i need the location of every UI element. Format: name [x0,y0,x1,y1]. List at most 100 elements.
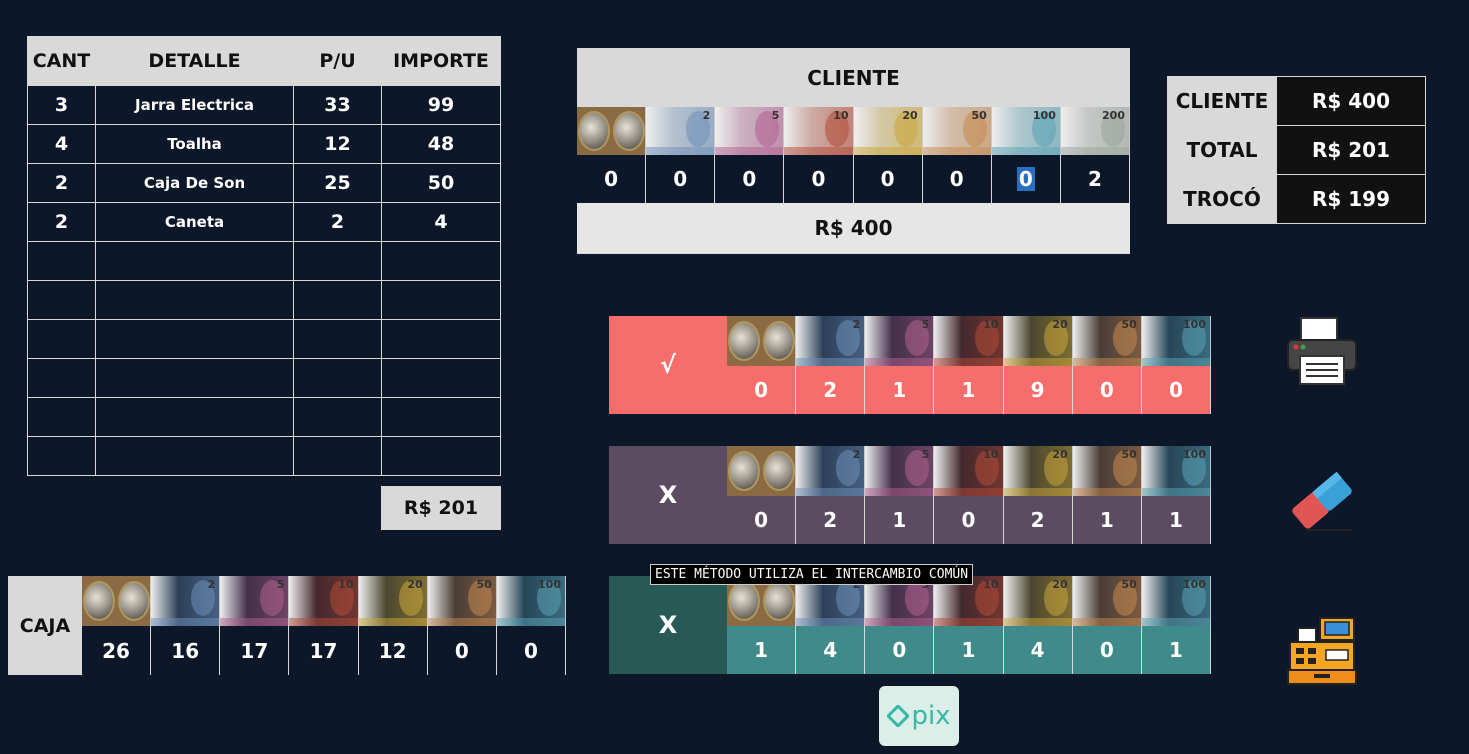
cliente-total: R$ 400 [577,203,1130,253]
cell-cant[interactable] [27,241,96,281]
cell-pu[interactable] [293,319,382,359]
printer-icon[interactable] [1286,316,1358,390]
change-panel-accepted[interactable]: √ 2 5 10 20 50 100 0 2 1 1 9 0 0 [609,316,1211,414]
cell-detalle[interactable]: Caneta [95,202,294,242]
denomination-count[interactable]: 0 [715,155,785,203]
cell-detalle[interactable] [95,319,294,359]
denomination-count[interactable]: 16 [151,626,221,675]
cell-detalle[interactable] [95,358,294,398]
cell-cant[interactable] [27,319,96,359]
cell-detalle[interactable] [95,436,294,476]
banknote-2-icon: 2 [646,107,716,155]
eraser-icon[interactable] [1286,470,1358,536]
cell-pu[interactable]: 33 [293,85,382,125]
cell-pu[interactable] [293,358,382,398]
count-value: 0 [961,508,976,532]
denomination-count[interactable]: 1 [865,366,935,414]
banknote-50-icon: 50 [1072,316,1142,366]
cell-detalle[interactable] [95,280,294,320]
cell-pu[interactable] [293,397,382,437]
denomination-count[interactable]: 1 [1142,496,1211,544]
items-total: R$ 201 [381,486,501,530]
denomination-count[interactable]: 0 [646,155,716,203]
denomination-count[interactable]: 1 [727,626,797,674]
change-panel-option-2[interactable]: X 251020501001401401 [609,576,1211,674]
cell-cant[interactable]: 2 [27,202,96,242]
denomination-count[interactable]: 4 [796,626,866,674]
banknote-50-icon: 50 [1072,576,1142,626]
denomination-count[interactable]: 0 [854,155,923,203]
denomination-count[interactable]: 0 [727,496,797,544]
cell-cant[interactable] [27,358,96,398]
col-cant-header: CANT [27,36,96,86]
denomination-count[interactable]: 2 [1061,155,1130,203]
denomination-count[interactable]: 0 [992,155,1061,203]
cell-pu[interactable]: 2 [293,202,382,242]
cell-pu[interactable] [293,436,382,476]
change-panel-option-1[interactable]: X 2 5 10 20 50 100 0 2 1 0 2 1 1 [609,446,1211,544]
denomination-count[interactable]: 2 [1004,496,1073,544]
cell-importe[interactable]: 99 [381,85,501,125]
denomination-count[interactable]: 1 [1073,496,1142,544]
cell-detalle[interactable] [95,397,294,437]
cell-importe[interactable]: 4 [381,202,501,242]
cell-importe[interactable]: 48 [381,124,501,164]
cell-importe[interactable] [381,319,501,359]
denomination-count[interactable]: 1 [865,496,935,544]
denomination-count[interactable]: 0 [784,155,854,203]
denomination-count[interactable]: 0 [577,155,647,203]
denomination-count[interactable]: 0 [428,626,497,675]
count-value: 16 [171,638,200,663]
cell-importe[interactable] [381,358,501,398]
cell-detalle[interactable]: Toalha [95,124,294,164]
denomination-count[interactable]: 12 [359,626,428,675]
denomination-count[interactable]: 0 [1073,366,1142,414]
denomination-count[interactable]: 0 [727,366,797,414]
cell-cant[interactable]: 3 [27,85,96,125]
cell-cant[interactable]: 4 [27,124,96,164]
cell-cant[interactable] [27,436,96,476]
count-value: 4 [1030,638,1045,662]
panel-denomination-strip: 25102050100 [727,446,1211,496]
denomination-count[interactable]: 0 [1142,366,1211,414]
cell-importe[interactable]: 50 [381,163,501,203]
cell-cant[interactable] [27,397,96,437]
panel-x-label[interactable]: X [609,576,727,674]
cell-pu[interactable]: 12 [293,124,382,164]
cell-importe[interactable] [381,436,501,476]
denomination-count[interactable]: 0 [1073,626,1142,674]
denomination-count[interactable]: 2 [796,496,866,544]
cell-detalle[interactable]: Jarra Electrica [95,85,294,125]
cell-cant[interactable]: 2 [27,163,96,203]
cliente-denomination-strip: 2 5 10 20 50 100 200 [577,107,1130,155]
denomination-count[interactable]: 9 [1004,366,1073,414]
denomination-count[interactable]: 0 [923,155,992,203]
panel-x-label[interactable]: X [609,446,727,544]
cell-pu[interactable]: 25 [293,163,382,203]
denomination-count[interactable]: 17 [220,626,290,675]
table-row [27,436,501,476]
denomination-count[interactable]: 1 [934,366,1004,414]
denomination-count[interactable]: 0 [865,626,935,674]
denomination-count[interactable]: 17 [289,626,359,675]
summary-table: CLIENTE R$ 400 TOTAL R$ 201 TROCÓ R$ 199 [1167,76,1426,224]
denomination-count[interactable]: 26 [82,626,152,675]
denomination-count[interactable]: 2 [796,366,866,414]
pix-logo[interactable]: pix [879,686,959,746]
cell-detalle[interactable]: Caja De Son [95,163,294,203]
denomination-count[interactable]: 0 [497,626,566,675]
cash-register-icon[interactable] [1286,616,1358,690]
denomination-count[interactable]: 1 [1142,626,1211,674]
cell-detalle[interactable] [95,241,294,281]
panel-values: 0 2 1 0 2 1 1 [727,496,1211,544]
denomination-count[interactable]: 4 [1004,626,1073,674]
cell-importe[interactable] [381,241,501,281]
denomination-count[interactable]: 0 [934,496,1004,544]
panel-check-label[interactable]: √ [609,316,727,414]
cell-importe[interactable] [381,280,501,320]
denomination-count[interactable]: 1 [934,626,1004,674]
cell-cant[interactable] [27,280,96,320]
cell-pu[interactable] [293,241,382,281]
cell-importe[interactable] [381,397,501,437]
cell-pu[interactable] [293,280,382,320]
